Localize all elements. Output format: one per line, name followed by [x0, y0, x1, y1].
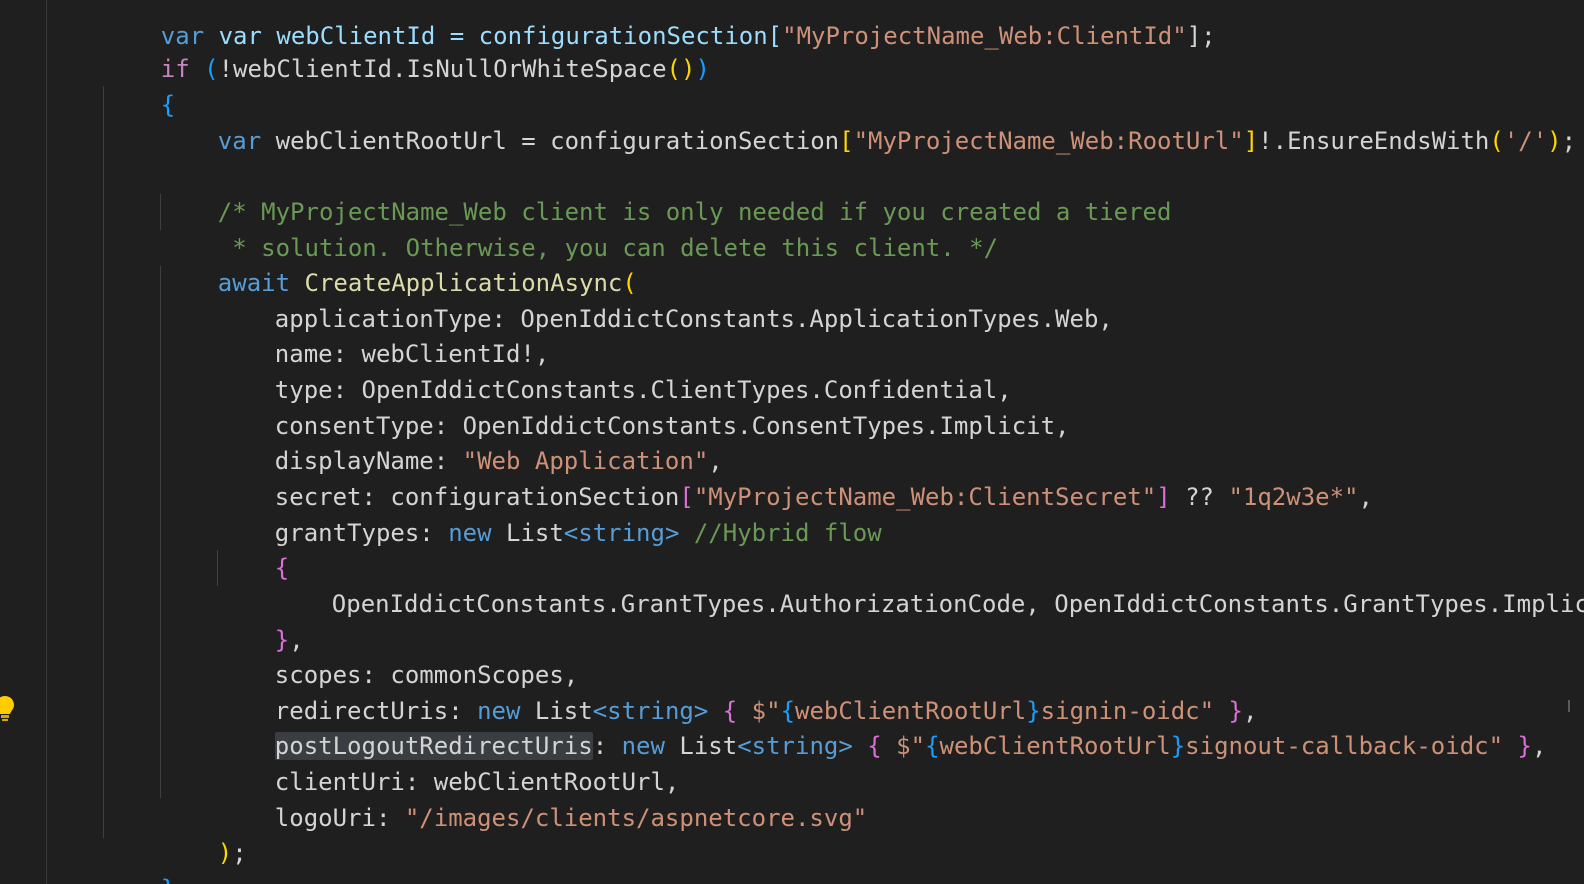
code-line[interactable]: ); — [160, 799, 247, 867]
code-line[interactable]: secret: configurationSection["MyProjectN… — [217, 443, 1373, 511]
code-line[interactable]: { — [217, 514, 289, 582]
code-line[interactable]: grantTypes: new List<string> //Hybrid fl… — [217, 479, 882, 547]
comment-line[interactable]: /* MyProjectName_Web client is only need… — [160, 158, 1172, 226]
scrollbar-marker[interactable] — [1568, 700, 1570, 712]
code-line[interactable]: redirectUris: new List<string> { $"{webC… — [217, 657, 1258, 725]
code-editor[interactable]: var var webClientId = configurationSecti… — [0, 0, 1584, 884]
gutter-divider — [46, 0, 47, 884]
code-line[interactable]: } — [103, 835, 175, 884]
code-line[interactable]: await CreateApplicationAsync( — [160, 229, 637, 297]
code-line[interactable]: }, — [217, 586, 304, 654]
code-line[interactable]: type: OpenIddictConstants.ClientTypes.Co… — [217, 336, 1012, 404]
indent-guide — [103, 86, 104, 838]
indent-guide — [160, 266, 161, 798]
code-line[interactable]: name: webClientId!, — [217, 300, 550, 368]
code-line[interactable]: { — [103, 51, 175, 119]
code-line[interactable]: postLogoutRedirectUris: new List<string>… — [217, 692, 1546, 760]
code-line[interactable]: if (!webClientId.IsNullOrWhiteSpace()) — [103, 15, 710, 83]
code-line[interactable]: logoUri: "/images/clients/aspnetcore.svg… — [217, 764, 867, 832]
code-line[interactable]: consentType: OpenIddictConstants.Consent… — [217, 372, 1070, 440]
code-line[interactable]: var webClientRootUrl = configurationSect… — [160, 87, 1576, 155]
code-line[interactable]: OpenIddictConstants.GrantTypes.Authoriza… — [274, 550, 1584, 618]
comment-line[interactable]: * solution. Otherwise, you can delete th… — [160, 194, 998, 262]
code-line[interactable]: scopes: commonScopes, — [217, 621, 578, 689]
code-line[interactable]: displayName: "Web Application", — [217, 407, 723, 475]
lightbulb-icon[interactable] — [0, 694, 16, 724]
code-line[interactable]: applicationType: OpenIddictConstants.App… — [217, 265, 1113, 333]
code-line[interactable]: clientUri: webClientRootUrl, — [217, 728, 680, 796]
